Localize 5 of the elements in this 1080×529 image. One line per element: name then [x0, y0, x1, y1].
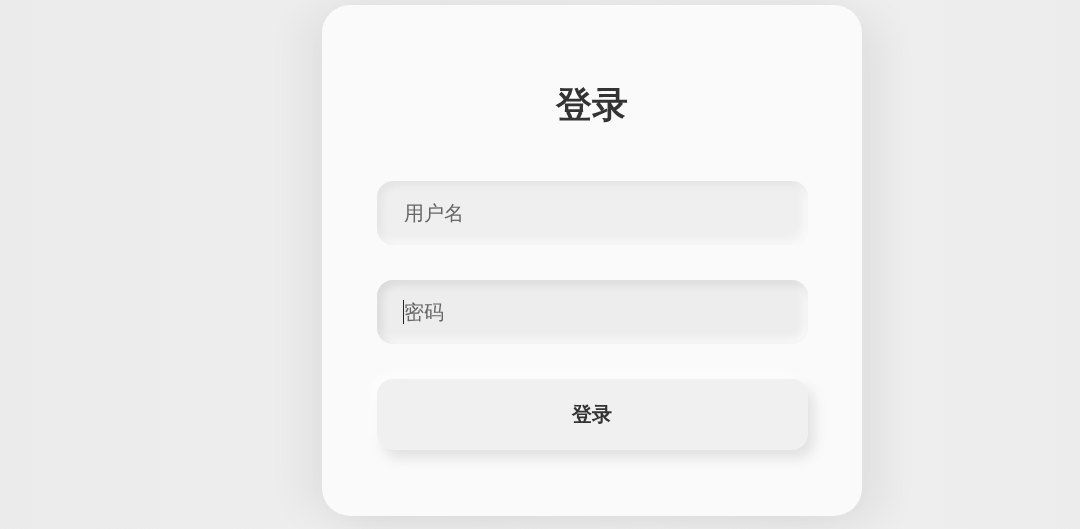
input-field[interactable]: 密码	[376, 280, 808, 344]
input-field[interactable]: 用户名	[376, 181, 808, 245]
login-button[interactable]: 登录	[376, 379, 808, 450]
text-cursor	[402, 300, 404, 324]
login-title: 登录	[556, 83, 628, 127]
